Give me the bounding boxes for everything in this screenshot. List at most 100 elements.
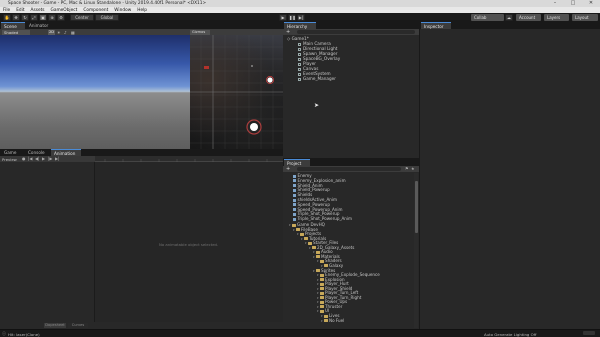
window-title: Space Shooter - Game - PC, Mac & Linux S… xyxy=(8,1,207,6)
favorite-icon[interactable]: ★ xyxy=(411,166,415,171)
custom-tool-icon[interactable]: ⚙ xyxy=(57,14,65,21)
audio-toggle-icon[interactable]: ♪ xyxy=(64,30,70,35)
create-plus-icon[interactable]: + xyxy=(286,29,290,35)
pivot-center-toggle[interactable]: Center xyxy=(70,14,94,21)
mouse-cursor-icon: ➤ xyxy=(314,102,320,109)
project-folder-item[interactable]: ▾ No Fuel xyxy=(321,318,344,323)
shading-mode-dropdown[interactable]: Shaded xyxy=(2,29,30,35)
global-label: Global xyxy=(100,15,114,20)
dopesheet-button[interactable]: Dopesheet xyxy=(44,323,66,328)
menu-edit[interactable]: Edit xyxy=(16,8,24,13)
project-panel: Project + ⚑ ★ Enemy Enemy_Explosion_anim S… xyxy=(283,159,419,329)
scene-viewport[interactable] xyxy=(0,35,190,149)
filter-icon[interactable]: ⚑ xyxy=(405,166,409,171)
menu-window[interactable]: Window xyxy=(114,8,131,13)
project-asset-item[interactable]: Triple_Shot_Powerup_Anim xyxy=(293,216,352,221)
project-folder-label: No Fuel xyxy=(329,317,345,323)
title-bar: Space Shooter - Game - PC, Mac & Linux S… xyxy=(0,0,600,7)
move-tool-icon[interactable]: ✥ xyxy=(12,14,20,21)
last-key-icon[interactable]: ▶| xyxy=(55,156,59,161)
game-render xyxy=(190,35,283,149)
status-message[interactable]: Hit: laser(Clone) xyxy=(8,332,40,337)
next-key-icon[interactable]: |▶ xyxy=(48,156,52,161)
preview-button[interactable]: Preview xyxy=(2,157,17,162)
minimize-button[interactable]: – xyxy=(546,0,564,7)
lighting-toggle-icon[interactable]: ☀ xyxy=(57,30,63,35)
maximize-button[interactable]: □ xyxy=(564,0,582,7)
expand-arrow-icon[interactable]: ▾ xyxy=(313,269,315,273)
play-button[interactable]: ▶ xyxy=(279,14,287,21)
collab-dropdown[interactable]: Collab xyxy=(471,14,504,21)
expand-arrow-icon[interactable]: ▾ xyxy=(293,228,295,232)
expand-arrow-icon[interactable]: ▾ xyxy=(317,309,319,313)
center-label: Center xyxy=(75,15,89,20)
folder-icon xyxy=(323,319,328,323)
cloud-icon[interactable]: ☁ xyxy=(505,14,513,21)
account-dropdown[interactable]: Account xyxy=(516,14,541,21)
hierarchy-item[interactable]: Game_Manager xyxy=(298,76,336,81)
player-sprite xyxy=(250,123,258,131)
powerup-sprite xyxy=(267,77,273,83)
curves-button[interactable]: Curves xyxy=(68,323,88,328)
gameobject-icon xyxy=(298,77,301,81)
layers-dropdown[interactable]: Layers xyxy=(544,14,569,21)
project-search-input[interactable] xyxy=(297,167,401,171)
menu-component[interactable]: Component xyxy=(83,8,108,13)
shading-label: Shaded xyxy=(4,29,19,35)
tab-game[interactable]: Game xyxy=(1,149,24,156)
play-anim-icon[interactable]: ▶ xyxy=(42,156,45,161)
tab-scene[interactable]: Scene xyxy=(1,22,25,29)
transform-tool-icon[interactable]: ⊕ xyxy=(48,14,56,21)
scene-panel: Scene Animator Shaded 2D ☀ ♪ ▦ Gizmos xyxy=(0,22,283,149)
gizmos-dropdown[interactable]: Gizmos xyxy=(190,29,210,35)
expand-arrow-icon[interactable]: ▾ xyxy=(309,246,311,250)
record-icon[interactable]: ● xyxy=(22,156,26,161)
expand-arrow-icon[interactable]: ▾ xyxy=(317,259,319,263)
inspector-panel: Inspector xyxy=(420,22,600,329)
play-icon: ▶ xyxy=(281,15,285,20)
game-viewport[interactable] xyxy=(190,35,283,149)
rotate-tool-icon[interactable]: ↻ xyxy=(21,14,29,21)
hierarchy-search-input[interactable] xyxy=(297,30,415,34)
hierarchy-panel: Hierarchy + ◇ Game1* Main Camera Directi… xyxy=(283,22,419,158)
tab-inspector[interactable]: Inspector xyxy=(421,22,451,29)
first-key-icon[interactable]: |◀ xyxy=(28,156,32,161)
expand-arrow-icon[interactable]: ▾ xyxy=(301,237,303,241)
expand-arrow-icon[interactable]: ▾ xyxy=(297,232,299,236)
dopesheet-area[interactable]: No animatable object selected. xyxy=(95,162,283,322)
collab-label: Collab xyxy=(474,15,487,20)
tab-project[interactable]: Project xyxy=(284,159,310,166)
status-bar: ⓘ Hit: laser(Clone) Auto Generate Lighti… xyxy=(0,329,600,337)
expand-arrow-icon[interactable]: ▾ xyxy=(313,255,315,259)
tab-hierarchy[interactable]: Hierarchy xyxy=(284,22,316,29)
tab-animation[interactable]: Animation xyxy=(51,149,81,156)
project-create-button[interactable]: + xyxy=(286,166,290,172)
global-local-toggle[interactable]: Global xyxy=(95,14,119,21)
project-toolbar: + ⚑ ★ xyxy=(283,166,419,172)
pause-icon: ❚❚ xyxy=(289,15,296,20)
expand-arrow-icon[interactable]: ▾ xyxy=(289,223,291,227)
animation-tab-bar: Game Console Animation xyxy=(0,149,283,156)
rect-tool-icon[interactable]: ▣ xyxy=(39,14,47,21)
menu-assets[interactable]: Assets xyxy=(31,8,45,13)
step-button[interactable]: ▶| xyxy=(297,14,305,21)
menu-file[interactable]: File xyxy=(3,8,10,13)
asset-file-icon xyxy=(293,217,296,221)
animation-panel: Game Console Animation Preview ● |◀ ◀| ▶… xyxy=(0,149,283,329)
tab-animator[interactable]: Animator xyxy=(26,22,56,29)
prev-key-icon[interactable]: ◀| xyxy=(35,156,39,161)
menu-gameobject[interactable]: GameObject xyxy=(51,8,78,13)
scale-tool-icon[interactable]: ⤢ xyxy=(30,14,38,21)
close-button[interactable]: ✕ xyxy=(582,0,600,7)
2d-toggle[interactable]: 2D xyxy=(48,29,55,35)
tab-console[interactable]: Console xyxy=(25,149,50,156)
hand-tool-icon[interactable]: ✋ xyxy=(3,14,11,21)
project-scrollbar[interactable] xyxy=(414,173,418,328)
expand-arrow-icon[interactable]: ▾ xyxy=(305,241,307,245)
menu-help[interactable]: Help xyxy=(137,8,147,13)
effects-toggle-icon[interactable]: ▦ xyxy=(71,30,79,35)
expand-arrow-icon[interactable]: ▾ xyxy=(321,319,323,323)
scrollbar-thumb[interactable] xyxy=(414,181,418,233)
pause-button[interactable]: ❚❚ xyxy=(288,14,296,21)
layout-dropdown[interactable]: Layout xyxy=(572,14,598,21)
